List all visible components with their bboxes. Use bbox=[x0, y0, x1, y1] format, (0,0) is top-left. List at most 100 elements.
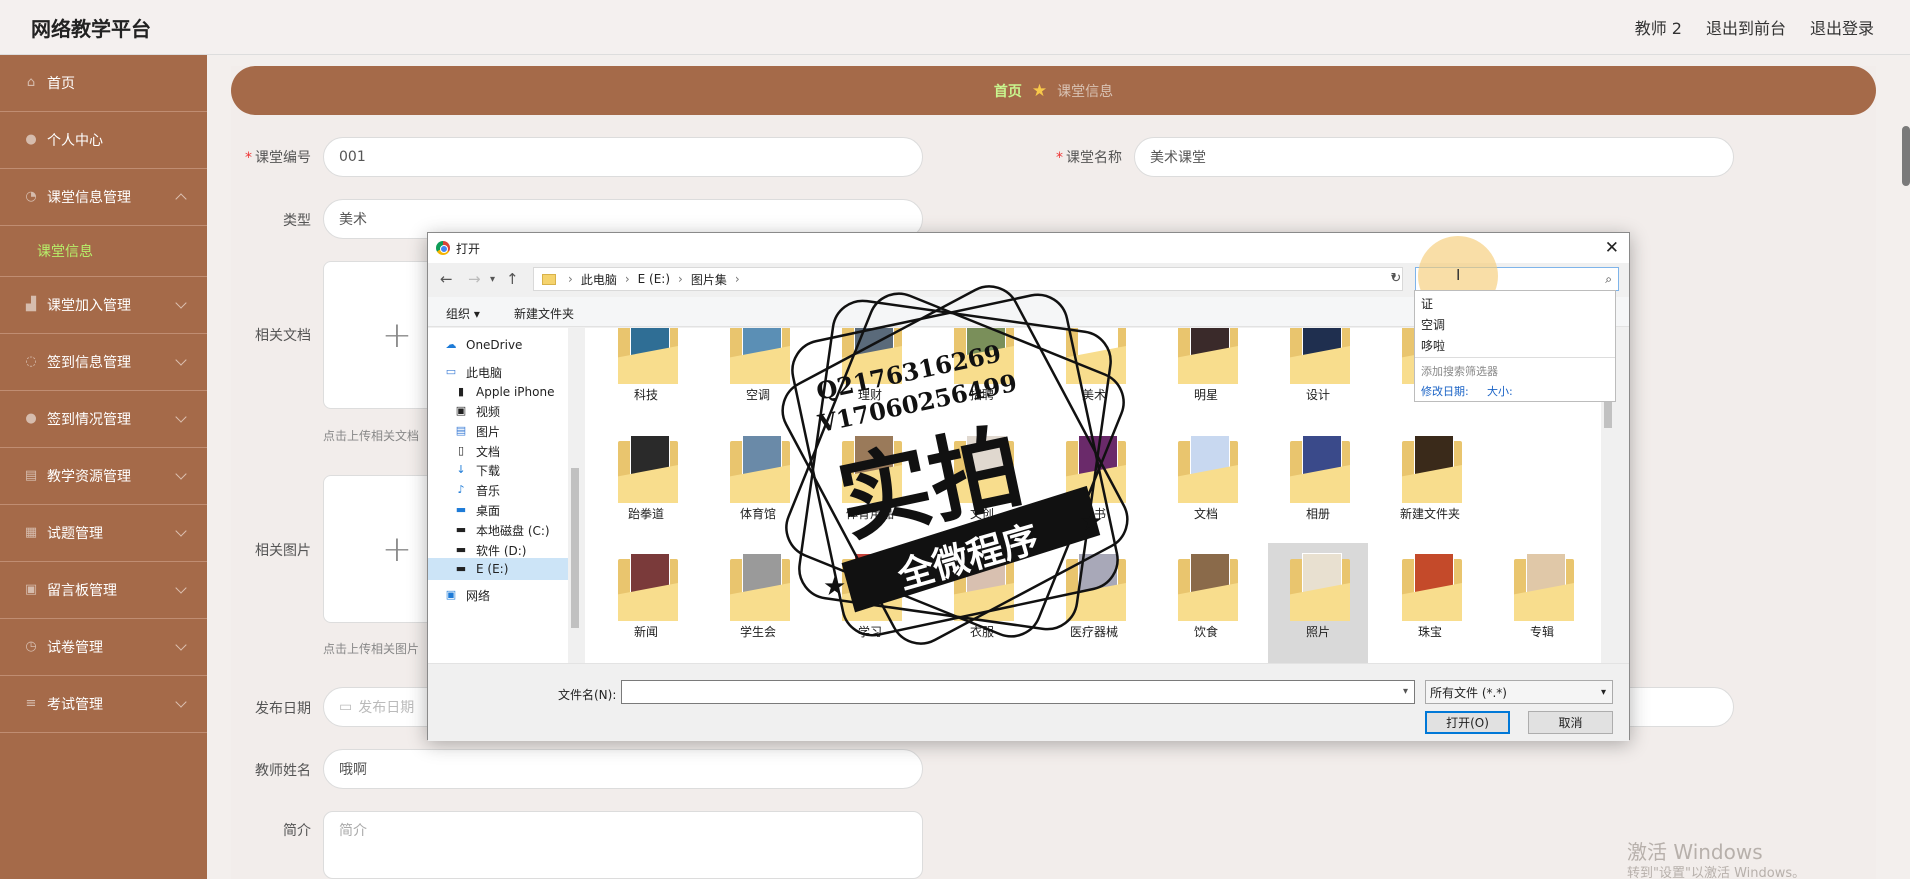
user-name[interactable]: 教师 2 bbox=[1635, 15, 1682, 39]
folder-tile[interactable]: 珠宝 bbox=[1380, 543, 1480, 663]
breadcrumb: 首页 ★ 课堂信息 bbox=[231, 66, 1876, 115]
name-input[interactable]: 美术课堂 bbox=[1134, 137, 1734, 177]
page-scrollbar[interactable] bbox=[1902, 126, 1910, 186]
filter-date-link[interactable]: 修改日期: bbox=[1421, 383, 1469, 399]
nav-item-label: 图片 bbox=[476, 424, 501, 439]
recent-chevron-icon[interactable]: ▾ bbox=[490, 274, 495, 285]
sidebar-item-signin-status[interactable]: ● 签到情况管理 bbox=[0, 391, 207, 448]
folder-tile[interactable]: 新建文件夹 bbox=[1380, 425, 1480, 545]
chart-icon: ◔ bbox=[25, 189, 37, 204]
doc-upload-hint: 点击上传相关文档 bbox=[323, 429, 420, 443]
suggestion-item[interactable]: 证 bbox=[1421, 295, 1433, 312]
sidebar-item-label: 课堂信息管理 bbox=[47, 190, 131, 206]
intro-textarea[interactable]: 简介 bbox=[323, 811, 923, 879]
nav-item-drive-e[interactable]: ▬ E (E:) bbox=[428, 558, 568, 580]
nav-scroll-thumb[interactable] bbox=[571, 468, 579, 628]
folder-tile[interactable]: 新闻 bbox=[596, 543, 696, 663]
folder-name: 文档 bbox=[1193, 507, 1218, 521]
calendar-icon: ▭ bbox=[339, 699, 353, 715]
sidebar-item-class-info[interactable]: ◔ 课堂信息管理 bbox=[0, 169, 207, 226]
exit-to-front-link[interactable]: 退出到前台 bbox=[1706, 15, 1786, 39]
folder-name: 新建文件夹 bbox=[1399, 507, 1460, 521]
close-icon[interactable]: ✕ bbox=[1605, 238, 1619, 258]
teacher-input[interactable]: 哦啊 bbox=[323, 749, 923, 789]
folder-tile[interactable]: 照片 bbox=[1268, 543, 1368, 663]
folder-name: 珠宝 bbox=[1417, 625, 1442, 639]
up-arrow-icon[interactable]: ↑ bbox=[506, 270, 519, 288]
chevron-down-icon[interactable]: ▾ bbox=[1403, 686, 1408, 697]
sidebar-item-questions[interactable]: ▦ 试题管理 bbox=[0, 505, 207, 562]
folder-name: 跆拳道 bbox=[627, 507, 664, 521]
user-icon: ● bbox=[25, 132, 37, 147]
nav-item-this-pc[interactable]: ▭ 此电脑 bbox=[444, 361, 584, 383]
folder-tile[interactable]: 跆拳道 bbox=[596, 425, 696, 545]
chevron-down-icon bbox=[175, 639, 187, 651]
folder-name: 相册 bbox=[1305, 507, 1330, 521]
suggestion-item[interactable]: 哆啦 bbox=[1421, 337, 1445, 354]
sidebar-item-profile[interactable]: ● 个人中心 bbox=[0, 112, 207, 169]
apps-icon: ▣ bbox=[24, 582, 38, 597]
nav-scrollbar[interactable] bbox=[568, 328, 582, 663]
breadcrumb-home[interactable]: 首页 bbox=[994, 81, 1022, 101]
nav-item-label: OneDrive bbox=[466, 338, 523, 352]
intro-label: 简介 bbox=[283, 823, 311, 839]
sidebar-item-label: 首页 bbox=[47, 76, 75, 92]
required-mark: * bbox=[245, 150, 252, 166]
back-arrow-icon[interactable]: ← bbox=[440, 270, 453, 288]
sidebar-item-label: 签到情况管理 bbox=[47, 412, 131, 428]
folder-icon bbox=[1290, 435, 1350, 503]
folder-tile[interactable]: 专辑 bbox=[1492, 543, 1592, 663]
loop-icon: ◌ bbox=[25, 354, 37, 369]
nav-item-label: 网络 bbox=[466, 588, 491, 603]
chevron-down-icon bbox=[175, 468, 187, 480]
folder-icon bbox=[618, 553, 678, 621]
path-separator: › bbox=[568, 272, 573, 286]
folder-name: 新闻 bbox=[633, 625, 658, 639]
open-button[interactable]: 打开(O) bbox=[1425, 711, 1510, 734]
sidebar-item-resources[interactable]: ▤ 教学资源管理 bbox=[0, 448, 207, 505]
doc-label: 相关文档 bbox=[255, 328, 311, 344]
nav-item-network[interactable]: ▣ 网络 bbox=[444, 584, 584, 606]
video-icon: ▣ bbox=[455, 404, 467, 417]
document-icon: ▯ bbox=[457, 444, 465, 457]
folder-icon bbox=[1290, 328, 1350, 384]
sidebar-subitem-class-info[interactable]: 课堂信息 bbox=[0, 226, 207, 277]
nav-item-label: 桌面 bbox=[476, 503, 501, 518]
phone-icon: ▮ bbox=[457, 385, 465, 398]
path-segment-folder[interactable]: 图片集 bbox=[691, 271, 727, 288]
folder-tile[interactable]: 饮食 bbox=[1156, 543, 1256, 663]
folder-tile[interactable]: 相册 bbox=[1268, 425, 1368, 545]
menu-icon: ≡ bbox=[25, 696, 37, 711]
organize-menu[interactable]: 组织 ▾ bbox=[446, 305, 480, 322]
code-input[interactable]: 001 bbox=[323, 137, 923, 177]
suggestion-item[interactable]: 空调 bbox=[1421, 316, 1445, 333]
folder-tile[interactable]: 科技 bbox=[596, 328, 696, 426]
new-folder-button[interactable]: 新建文件夹 bbox=[514, 305, 574, 322]
navigation-pane: ☁ OneDrive ▭ 此电脑 ▮ Apple iPhone ▣ 视频 ▤ 图片 ▯ 文档… bbox=[428, 328, 582, 663]
path-segment-pc[interactable]: 此电脑 bbox=[581, 271, 617, 288]
forward-arrow-icon[interactable]: → bbox=[468, 270, 481, 288]
folder-name: 专辑 bbox=[1529, 625, 1554, 639]
cancel-button[interactable]: 取消 bbox=[1528, 711, 1613, 734]
sidebar-item-signin-info[interactable]: ◌ 签到信息管理 bbox=[0, 334, 207, 391]
filter-size-link[interactable]: 大小: bbox=[1487, 383, 1513, 399]
nav-item-onedrive[interactable]: ☁ OneDrive bbox=[444, 334, 584, 356]
refresh-icon[interactable]: ↻ bbox=[1385, 268, 1407, 290]
sidebar-item-home[interactable]: ⌂ 首页 bbox=[0, 55, 207, 112]
folder-tile[interactable]: 设计 bbox=[1268, 328, 1368, 426]
filename-input[interactable]: ▾ bbox=[621, 680, 1415, 704]
folder-tile[interactable]: 文档 bbox=[1156, 425, 1256, 545]
folder-tile[interactable]: 明星 bbox=[1156, 328, 1256, 426]
sidebar-item-class-join[interactable]: ▟ 课堂加入管理 bbox=[0, 277, 207, 334]
sidebar-item-papers[interactable]: ◷ 试卷管理 bbox=[0, 619, 207, 676]
filetype-select[interactable]: 所有文件 (*.*) ▾ bbox=[1425, 680, 1613, 704]
network-icon: ▣ bbox=[445, 588, 457, 601]
folder-name: 设计 bbox=[1305, 388, 1330, 402]
folder-icon bbox=[542, 273, 556, 285]
sidebar-item-messages[interactable]: ▣ 留言板管理 bbox=[0, 562, 207, 619]
logout-link[interactable]: 退出登录 bbox=[1810, 15, 1874, 39]
sidebar-item-exams[interactable]: ≡ 考试管理 bbox=[0, 676, 207, 733]
folder-icon bbox=[1178, 435, 1238, 503]
sidebar-item-label: 个人中心 bbox=[47, 133, 103, 149]
path-segment-drive[interactable]: E (E:) bbox=[638, 272, 670, 286]
